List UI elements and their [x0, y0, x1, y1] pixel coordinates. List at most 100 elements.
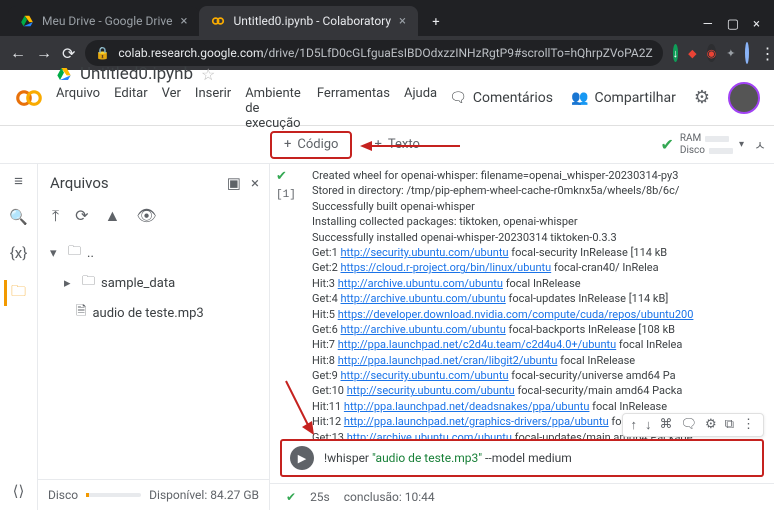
menu-inserir[interactable]: Inserir [195, 86, 231, 131]
file-icon: 🗎 [76, 302, 86, 324]
close-icon[interactable]: × [399, 14, 406, 29]
tree-folder[interactable]: ▸ 🗀 sample_data [42, 268, 265, 298]
cell-actions: ↑ ↓ ⌘ 🗨 ⚙ ⧉ ⋮ [622, 413, 764, 437]
gear-icon[interactable]: ⚙ [694, 87, 710, 108]
code-editor[interactable]: !whisper "audio de teste.mp3" --model me… [324, 451, 572, 465]
tab-title: Untitled0.ipynb - Colaboratory [233, 14, 391, 28]
output-link[interactable]: http://archive.ubuntu.com/ubuntu [347, 431, 512, 439]
upload-icon[interactable]: ⤒ [52, 206, 59, 226]
close-window-icon[interactable]: × [753, 17, 760, 32]
user-avatar[interactable] [728, 82, 760, 114]
drive-icon [56, 66, 72, 82]
run-button[interactable]: ▶ [290, 446, 314, 470]
cell-toolbar: + Código + Texto ✔ RAM Disco ▾ ㅅ [0, 126, 774, 164]
files-pane-title: Arquivos [50, 174, 219, 192]
output-link[interactable]: http://ppa.launchpad.net/cran/libgit2/ub… [338, 354, 558, 367]
check-icon: ✔ [286, 490, 296, 504]
move-down-icon[interactable]: ↓ [645, 417, 652, 433]
tree-file[interactable]: 🗎 audio de teste.mp3 [42, 298, 265, 328]
profile-avatar[interactable] [745, 42, 749, 64]
menu-chevron-icon[interactable]: ㅅ [754, 135, 766, 154]
output-link[interactable]: https://developer.download.nvidia.com/co… [338, 308, 694, 321]
tab-title: Meu Drive - Google Drive [42, 14, 172, 28]
output-line: Get:1 http://security.ubuntu.com/ubuntu … [312, 245, 774, 260]
output-line: Hit:7 http://ppa.launchpad.net/c2d4u.tea… [312, 337, 774, 352]
output-link[interactable]: http://archive.ubuntu.com/ubuntu [341, 292, 506, 305]
minimize-icon[interactable]: — [703, 17, 713, 32]
document-title[interactable]: Untitled0.ipynb [80, 64, 193, 84]
menu-editar[interactable]: Editar [114, 86, 148, 131]
chevron-right-icon: ▸ [64, 276, 76, 291]
output-link[interactable]: https://cloud.r-project.org/bin/linux/ub… [341, 261, 552, 274]
files-tab-icon[interactable]: 🗀 [4, 280, 30, 306]
check-icon: ✔ [660, 135, 673, 154]
search-icon[interactable]: 🔍 [9, 208, 28, 226]
colab-logo-icon [14, 83, 44, 113]
tree-parent[interactable]: ▾ 🗀 .. [42, 238, 265, 268]
cell-index: [1] [276, 188, 296, 203]
close-icon[interactable]: × [180, 14, 187, 29]
menu-bar: Arquivo Editar Ver Inserir Ambiente de e… [56, 86, 437, 131]
star-icon[interactable]: ☆ [201, 65, 215, 84]
menu-ajuda[interactable]: Ajuda [404, 86, 437, 131]
drive-icon [20, 14, 34, 28]
variables-icon[interactable]: {x} [10, 244, 28, 262]
gear-icon[interactable]: ⚙ [705, 417, 717, 433]
comment-icon[interactable]: 🗨 [681, 417, 698, 433]
share-button[interactable]: 👥 Compartilhar [571, 90, 676, 106]
annotation-arrow [360, 138, 460, 154]
output-link[interactable]: http://ppa.launchpad.net/graphics-driver… [344, 415, 609, 428]
add-code-button[interactable]: + Código [270, 131, 352, 159]
new-tab-button[interactable]: + [422, 8, 450, 36]
extension-icon[interactable]: ◆ [688, 44, 696, 62]
disk-usage: Disco Disponível: 84.27 GB [38, 479, 269, 510]
extension-icon[interactable]: ◉ [707, 44, 717, 62]
output-link[interactable]: http://archive.ubuntu.com/ubuntu [338, 277, 503, 290]
menu-ver[interactable]: Ver [162, 86, 181, 131]
back-button[interactable]: ← [10, 43, 26, 63]
forward-button[interactable]: → [36, 43, 52, 63]
output-link[interactable]: http://security.ubuntu.com/ubuntu [341, 246, 509, 259]
output-link[interactable]: http://security.ubuntu.com/ubuntu [347, 384, 515, 397]
status-bar: ✔ 25s conclusão: 10:44 [270, 483, 774, 510]
colab-header: Untitled0.ipynb ☆ Arquivo Editar Ver Ins… [0, 70, 774, 126]
url-input[interactable]: 🔒 colab.research.google.com/drive/1D5LfD… [85, 40, 662, 66]
toc-icon[interactable]: ≡ [14, 172, 23, 190]
browser-tab-colab[interactable]: Untitled0.ipynb - Colaboratory × [199, 6, 418, 36]
maximize-icon[interactable]: ▢ [727, 17, 739, 32]
menu-ambiente[interactable]: Ambiente de execução [245, 86, 303, 131]
comments-button[interactable]: 🗨 Comentários [449, 90, 553, 106]
mirror-icon[interactable]: ⧉ [725, 417, 734, 433]
menu-ferramentas[interactable]: Ferramentas [317, 86, 390, 131]
refresh-icon[interactable]: ⟳ [75, 206, 88, 226]
hide-icon[interactable]: 👁 [136, 206, 156, 226]
output-link[interactable]: http://ppa.launchpad.net/deadsnakes/ppa/… [344, 400, 590, 413]
extension-icon[interactable]: ↓ [673, 44, 679, 62]
output-link[interactable]: http://archive.ubuntu.com/ubuntu [341, 323, 506, 336]
menu-arquivo[interactable]: Arquivo [56, 86, 100, 131]
mount-drive-icon[interactable]: ▲ [104, 206, 120, 226]
lock-icon: 🔒 [95, 46, 110, 60]
notebook-area: ✔ [1] Created wheel for openai-whisper: … [270, 164, 774, 510]
link-icon[interactable]: ⌘ [660, 417, 673, 433]
chevron-down-icon: ▾ [50, 246, 62, 261]
close-icon[interactable]: × [251, 174, 259, 192]
browser-menu-icon[interactable]: ⋮ [759, 44, 774, 63]
output-line: Successfully built openai-whisper [312, 199, 774, 214]
chevron-down-icon[interactable]: ▾ [739, 139, 744, 150]
output-link[interactable]: http://security.ubuntu.com/ubuntu [341, 369, 509, 382]
code-cell[interactable]: ▶ !whisper "audio de teste.mp3" --model … [280, 439, 764, 477]
extensions-menu-icon[interactable]: ✦ [726, 44, 735, 62]
output-line: Get:2 https://cloud.r-project.org/bin/li… [312, 260, 774, 275]
browser-tabstrip: Meu Drive - Google Drive × Untitled0.ipy… [0, 0, 774, 36]
output-link[interactable]: http://ppa.launchpad.net/c2d4u.team/c2d4… [338, 338, 617, 351]
disk-bar [86, 493, 141, 497]
runtime-status[interactable]: ✔ RAM Disco ▾ [660, 134, 744, 156]
reload-button[interactable]: ⟳ [62, 44, 75, 63]
move-up-icon[interactable]: ↑ [631, 417, 638, 433]
output-line: Get:6 http://archive.ubuntu.com/ubuntu f… [312, 322, 774, 337]
more-icon[interactable]: ⋮ [742, 417, 755, 433]
terminal-icon[interactable]: ⟨⟩ [13, 482, 25, 500]
browser-tab-drive[interactable]: Meu Drive - Google Drive × [8, 6, 199, 36]
new-window-icon[interactable]: ▣ [227, 174, 241, 192]
